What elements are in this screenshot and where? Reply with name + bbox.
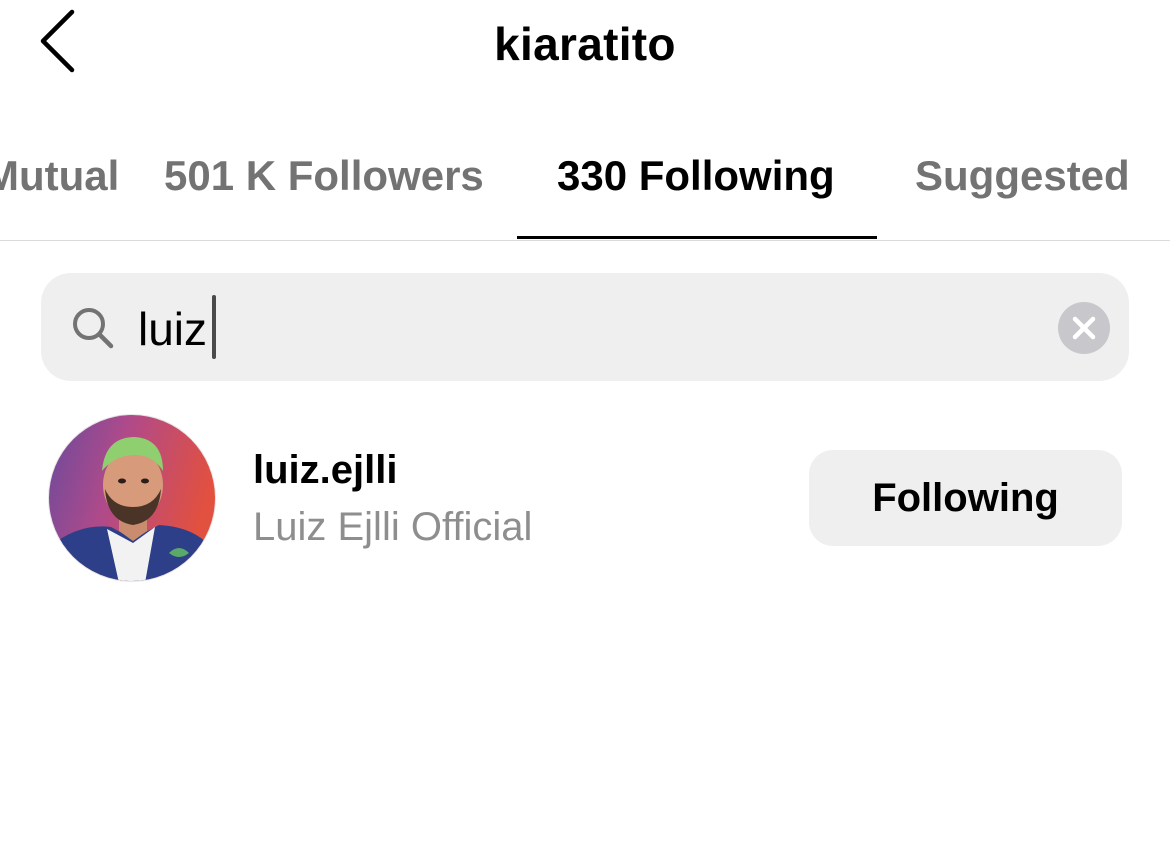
result-username[interactable]: luiz.ejlli	[253, 444, 397, 496]
clear-icon	[1072, 316, 1096, 340]
page-title: kiaratito	[494, 18, 676, 70]
search-input[interactable]	[138, 297, 1018, 361]
tab-following[interactable]: 330 Following	[557, 148, 835, 204]
active-tab-indicator	[517, 236, 877, 239]
tab-bar: Mutual 501 K Followers 330 Following Sug…	[0, 132, 1170, 241]
clear-search-button[interactable]	[1058, 302, 1110, 354]
following-button[interactable]: Following	[809, 450, 1122, 546]
result-full-name: Luiz Ejlli Official	[253, 505, 533, 549]
tab-followers[interactable]: 501 K Followers	[164, 148, 484, 204]
text-caret	[212, 295, 216, 359]
tab-mutual[interactable]: Mutual	[0, 148, 119, 204]
profile-photo	[49, 415, 215, 581]
tab-suggested[interactable]: Suggested	[915, 148, 1130, 204]
header: kiaratito	[0, 0, 1170, 100]
search-icon	[73, 308, 114, 349]
avatar[interactable]	[48, 414, 216, 582]
